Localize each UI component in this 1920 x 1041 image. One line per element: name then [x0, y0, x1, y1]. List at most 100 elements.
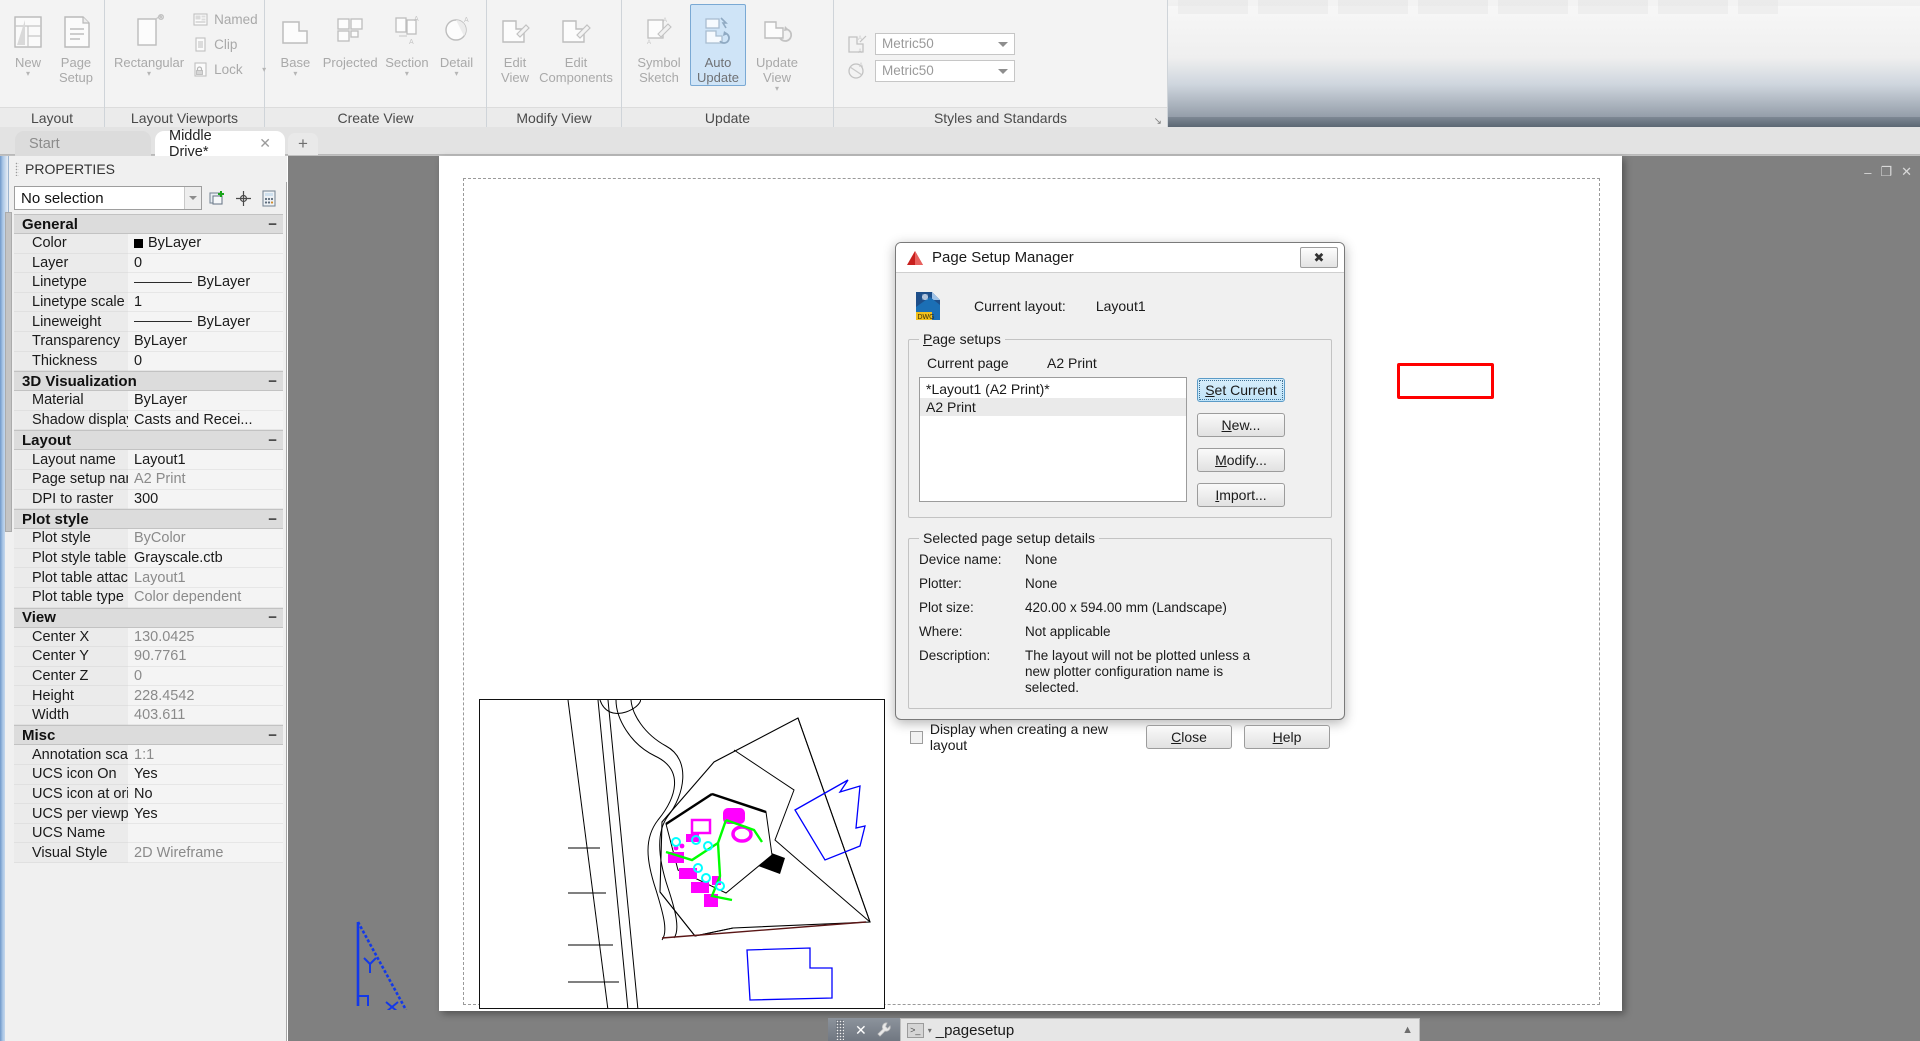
property-value-cell[interactable]: ByColor: [128, 529, 283, 549]
property-value-cell[interactable]: 403.611: [128, 706, 283, 726]
list-item[interactable]: A2 Print: [920, 398, 1186, 416]
minimize-icon[interactable]: –: [1864, 165, 1871, 180]
property-value-cell[interactable]: A2 Print: [128, 470, 283, 490]
property-value-cell[interactable]: 1: [128, 293, 283, 313]
clip-button[interactable]: Clip: [187, 32, 271, 57]
layout-viewport[interactable]: [479, 699, 885, 1009]
auto-update-button[interactable]: Auto Update: [690, 4, 746, 86]
property-value-cell[interactable]: 0: [128, 352, 283, 372]
property-row[interactable]: Visual Style2D Wireframe: [14, 843, 283, 863]
property-row[interactable]: Layer0: [14, 254, 283, 274]
property-row[interactable]: Plot table typeColor dependent: [14, 588, 283, 608]
properties-group-3d-visualization[interactable]: 3D Visualization−: [14, 371, 283, 391]
property-row[interactable]: LineweightByLayer: [14, 312, 283, 332]
property-value-cell[interactable]: [128, 824, 283, 844]
property-value-cell[interactable]: Yes: [128, 765, 283, 785]
collapse-icon[interactable]: −: [268, 216, 277, 233]
property-row[interactable]: Center Z0: [14, 667, 283, 687]
property-row[interactable]: UCS icon OnYes: [14, 765, 283, 785]
close-icon[interactable]: ✕: [855, 1022, 867, 1039]
symbol-sketch-button[interactable]: A A Symbol Sketch: [628, 4, 690, 86]
property-row[interactable]: Width403.611: [14, 706, 283, 726]
tab-middle-drive[interactable]: Middle Drive* ✕: [155, 131, 285, 156]
property-row[interactable]: Thickness0: [14, 352, 283, 372]
properties-scrollbar[interactable]: [5, 212, 12, 1041]
property-value-cell[interactable]: ByLayer: [128, 332, 283, 352]
quick-calc-icon[interactable]: [259, 188, 280, 209]
property-value-cell[interactable]: Color dependent: [128, 588, 283, 608]
close-icon[interactable]: ✕: [1901, 164, 1912, 180]
collapse-icon[interactable]: −: [268, 373, 277, 390]
property-value-cell[interactable]: Grayscale.ctb: [128, 549, 283, 569]
edit-view-button[interactable]: Edit View: [493, 4, 537, 86]
chevron-down-icon[interactable]: ▾: [928, 1026, 932, 1035]
new-layout-button[interactable]: New ▾: [5, 4, 51, 78]
property-row[interactable]: Page setup nameA2 Print: [14, 470, 283, 490]
property-value-cell[interactable]: ByLayer: [128, 273, 283, 293]
property-row[interactable]: ColorByLayer: [14, 234, 283, 254]
view-style-combo[interactable]: Metric50: [875, 60, 1015, 82]
collapse-icon[interactable]: −: [268, 432, 277, 449]
lock-button[interactable]: Lock ▾: [187, 57, 271, 82]
property-value-cell[interactable]: ByLayer: [128, 234, 283, 254]
named-viewport-button[interactable]: Named: [187, 7, 271, 32]
property-row[interactable]: Annotation scale1:1: [14, 745, 283, 765]
rectangular-viewport-button[interactable]: Rectangular ▾: [111, 4, 187, 78]
chevron-down-icon[interactable]: ▾: [775, 85, 779, 92]
property-row[interactable]: UCS icon at originNo: [14, 785, 283, 805]
display-on-new-layout-checkbox[interactable]: [910, 731, 923, 744]
help-button[interactable]: Help: [1244, 725, 1330, 749]
close-icon[interactable]: ✕: [259, 135, 271, 152]
collapse-icon[interactable]: −: [268, 511, 277, 528]
property-value-cell[interactable]: ByLayer: [128, 312, 283, 332]
property-row[interactable]: LinetypeByLayer: [14, 273, 283, 293]
property-value-cell[interactable]: 130.0425: [128, 628, 283, 648]
property-row[interactable]: Height228.4542: [14, 686, 283, 706]
property-value-cell[interactable]: No: [128, 785, 283, 805]
new-button[interactable]: New...: [1197, 413, 1285, 437]
set-current-button[interactable]: Set Current: [1197, 378, 1285, 402]
chevron-down-icon[interactable]: [998, 42, 1008, 47]
drag-grip-icon[interactable]: [15, 162, 19, 176]
property-row[interactable]: DPI to raster300: [14, 490, 283, 510]
property-row[interactable]: Plot style tableGrayscale.ctb: [14, 549, 283, 569]
property-value-cell[interactable]: 300: [128, 490, 283, 510]
properties-group-misc[interactable]: Misc−: [14, 725, 283, 745]
section-view-button[interactable]: A A Section ▾: [381, 4, 433, 78]
close-button[interactable]: Close: [1146, 725, 1232, 749]
collapse-icon[interactable]: −: [268, 727, 277, 744]
properties-group-plot-style[interactable]: Plot style−: [14, 509, 283, 529]
drag-grip-icon[interactable]: [836, 1020, 844, 1040]
property-value-cell[interactable]: 0: [128, 254, 283, 274]
base-view-button[interactable]: Base ▾: [271, 4, 320, 78]
expand-icon[interactable]: ▲: [1402, 1024, 1413, 1036]
update-view-button[interactable]: Update View ▾: [746, 4, 808, 93]
quick-select-icon[interactable]: [207, 188, 228, 209]
property-value-cell[interactable]: Layout1: [128, 568, 283, 588]
property-row[interactable]: Plot styleByColor: [14, 529, 283, 549]
property-value-cell[interactable]: 0: [128, 667, 283, 687]
new-tab-button[interactable]: +: [288, 133, 318, 155]
property-value-cell[interactable]: 90.7761: [128, 647, 283, 667]
chevron-down-icon[interactable]: [184, 187, 201, 209]
collapse-icon[interactable]: −: [268, 609, 277, 626]
chevron-down-icon[interactable]: ▾: [405, 70, 409, 77]
chevron-down-icon[interactable]: ▾: [293, 70, 297, 77]
selection-combo[interactable]: No selection: [14, 186, 202, 210]
command-input[interactable]: >_ ▾ _pagesetup ▲: [900, 1018, 1420, 1041]
property-value-cell[interactable]: Casts and Recei...: [128, 411, 283, 431]
property-value-cell[interactable]: 1:1: [128, 745, 283, 765]
dialog-title-bar[interactable]: Page Setup Manager ✖: [896, 243, 1344, 273]
select-objects-icon[interactable]: [233, 188, 254, 209]
property-value-cell[interactable]: ByLayer: [128, 391, 283, 411]
property-row[interactable]: MaterialByLayer: [14, 391, 283, 411]
properties-group-layout[interactable]: Layout−: [14, 430, 283, 450]
chevron-down-icon[interactable]: ▾: [455, 70, 459, 77]
property-row[interactable]: Shadow displayCasts and Recei...: [14, 411, 283, 431]
import-button[interactable]: Import...: [1197, 483, 1285, 507]
property-row[interactable]: UCS per viewportYes: [14, 804, 283, 824]
scrollbar-thumb[interactable]: [5, 212, 12, 532]
property-row[interactable]: Center Y90.7761: [14, 647, 283, 667]
close-icon[interactable]: ✖: [1300, 247, 1338, 268]
properties-group-view[interactable]: View−: [14, 608, 283, 628]
